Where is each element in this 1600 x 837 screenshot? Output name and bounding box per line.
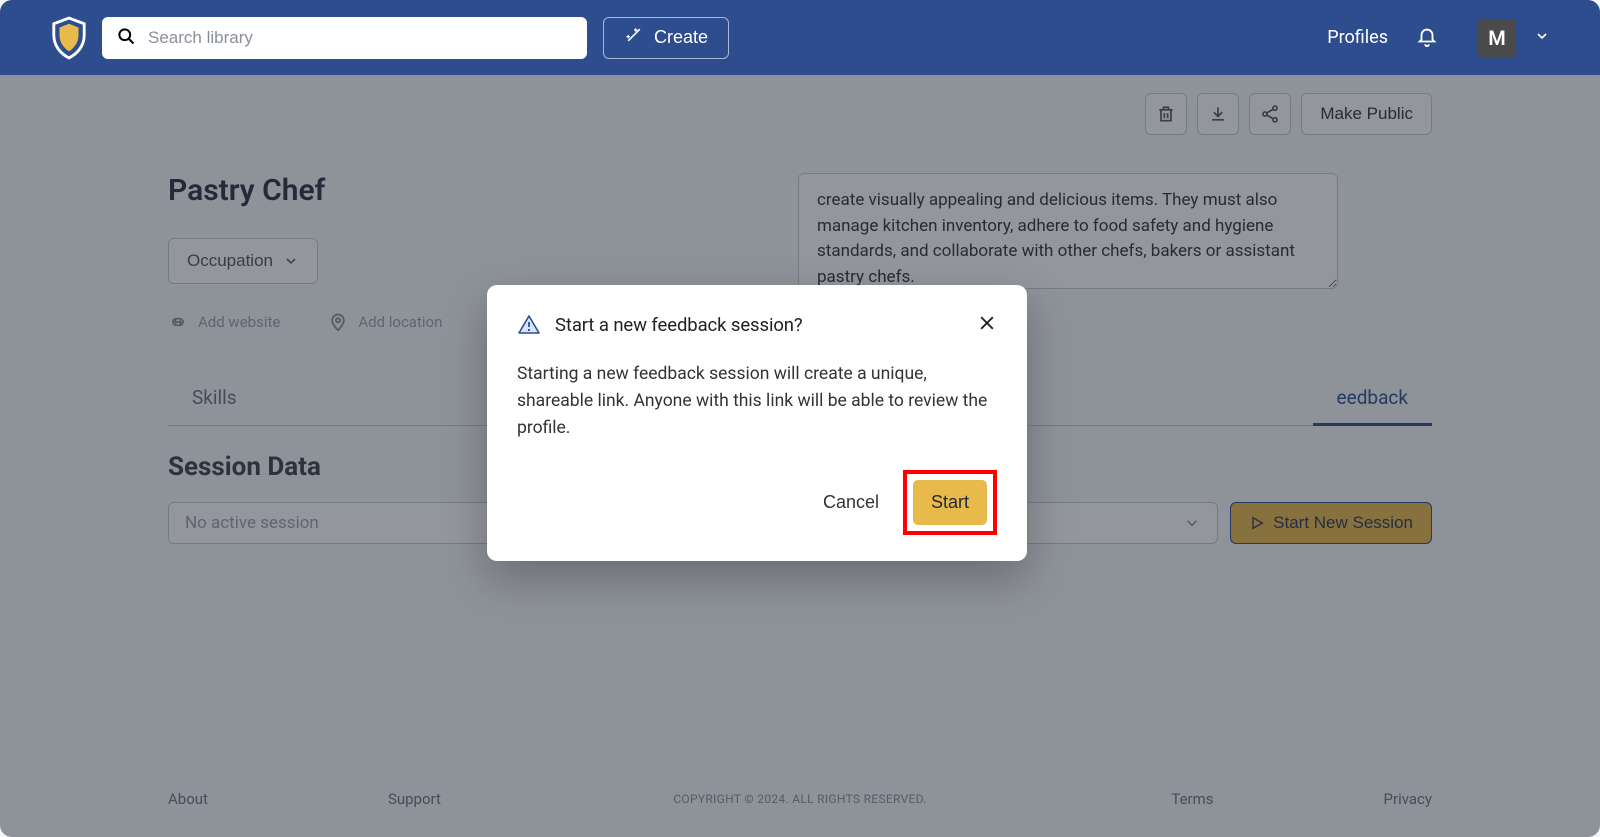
feedback-session-dialog: Start a new feedback session? Starting a… bbox=[487, 285, 1027, 561]
start-button-highlight: Start bbox=[903, 470, 997, 535]
tab-skills[interactable]: Skills bbox=[168, 376, 261, 425]
footer: About Support COPYRIGHT © 2024. ALL RIGH… bbox=[0, 761, 1600, 837]
footer-about-link[interactable]: About bbox=[168, 790, 208, 808]
description-textarea[interactable]: create visually appealing and delicious … bbox=[798, 173, 1338, 289]
share-button[interactable] bbox=[1249, 93, 1291, 135]
description-text: create visually appealing and delicious … bbox=[817, 190, 1295, 287]
dialog-title: Start a new feedback session? bbox=[555, 314, 803, 336]
chevron-down-icon bbox=[1534, 28, 1550, 44]
warning-icon bbox=[517, 313, 541, 337]
location-icon bbox=[328, 312, 348, 332]
app-header: Create Profiles M bbox=[0, 0, 1600, 75]
create-button-label: Create bbox=[654, 27, 708, 48]
download-button[interactable] bbox=[1197, 93, 1239, 135]
copyright-text: COPYRIGHT © 2024. ALL RIGHTS RESERVED. bbox=[673, 792, 926, 806]
add-website-label: Add website bbox=[198, 313, 280, 331]
bell-icon bbox=[1416, 25, 1438, 47]
chevron-down-icon bbox=[283, 253, 299, 269]
dialog-body-text: Starting a new feedback session will cre… bbox=[517, 361, 997, 442]
app-logo-icon bbox=[50, 16, 88, 60]
close-icon bbox=[977, 313, 997, 333]
avatar-initial: M bbox=[1488, 26, 1506, 50]
cancel-button[interactable]: Cancel bbox=[817, 482, 885, 523]
start-button[interactable]: Start bbox=[913, 480, 987, 525]
user-avatar[interactable]: M bbox=[1478, 19, 1516, 57]
dialog-close-button[interactable] bbox=[977, 313, 997, 337]
user-menu-toggle[interactable] bbox=[1534, 28, 1550, 48]
footer-terms-link[interactable]: Terms bbox=[1171, 790, 1213, 808]
search-input[interactable] bbox=[148, 28, 573, 48]
tab-feedback[interactable]: eedback bbox=[1313, 376, 1432, 426]
create-button[interactable]: Create bbox=[603, 17, 729, 59]
session-placeholder: No active session bbox=[185, 513, 319, 533]
make-public-button[interactable]: Make Public bbox=[1301, 93, 1432, 135]
action-bar: Make Public bbox=[168, 93, 1432, 135]
footer-privacy-link[interactable]: Privacy bbox=[1384, 790, 1432, 808]
footer-support-link[interactable]: Support bbox=[388, 790, 441, 808]
add-website-link[interactable]: Add website bbox=[168, 312, 280, 332]
search-input-container[interactable] bbox=[102, 17, 587, 59]
occupation-dropdown[interactable]: Occupation bbox=[168, 238, 318, 284]
link-icon bbox=[168, 312, 188, 332]
search-icon bbox=[116, 26, 136, 50]
wand-icon bbox=[624, 25, 644, 50]
download-icon bbox=[1208, 104, 1228, 124]
add-location-link[interactable]: Add location bbox=[328, 312, 442, 332]
notifications-button[interactable] bbox=[1416, 25, 1438, 51]
share-icon bbox=[1260, 104, 1280, 124]
page-title: Pastry Chef bbox=[168, 173, 798, 208]
start-new-session-button[interactable]: Start New Session bbox=[1230, 502, 1432, 544]
chevron-down-icon bbox=[1183, 514, 1201, 532]
add-location-label: Add location bbox=[358, 313, 442, 331]
delete-button[interactable] bbox=[1145, 93, 1187, 135]
trash-icon bbox=[1156, 104, 1176, 124]
play-icon bbox=[1249, 515, 1265, 531]
profiles-link[interactable]: Profiles bbox=[1327, 27, 1388, 48]
occupation-label: Occupation bbox=[187, 251, 273, 271]
start-session-label: Start New Session bbox=[1273, 513, 1413, 533]
